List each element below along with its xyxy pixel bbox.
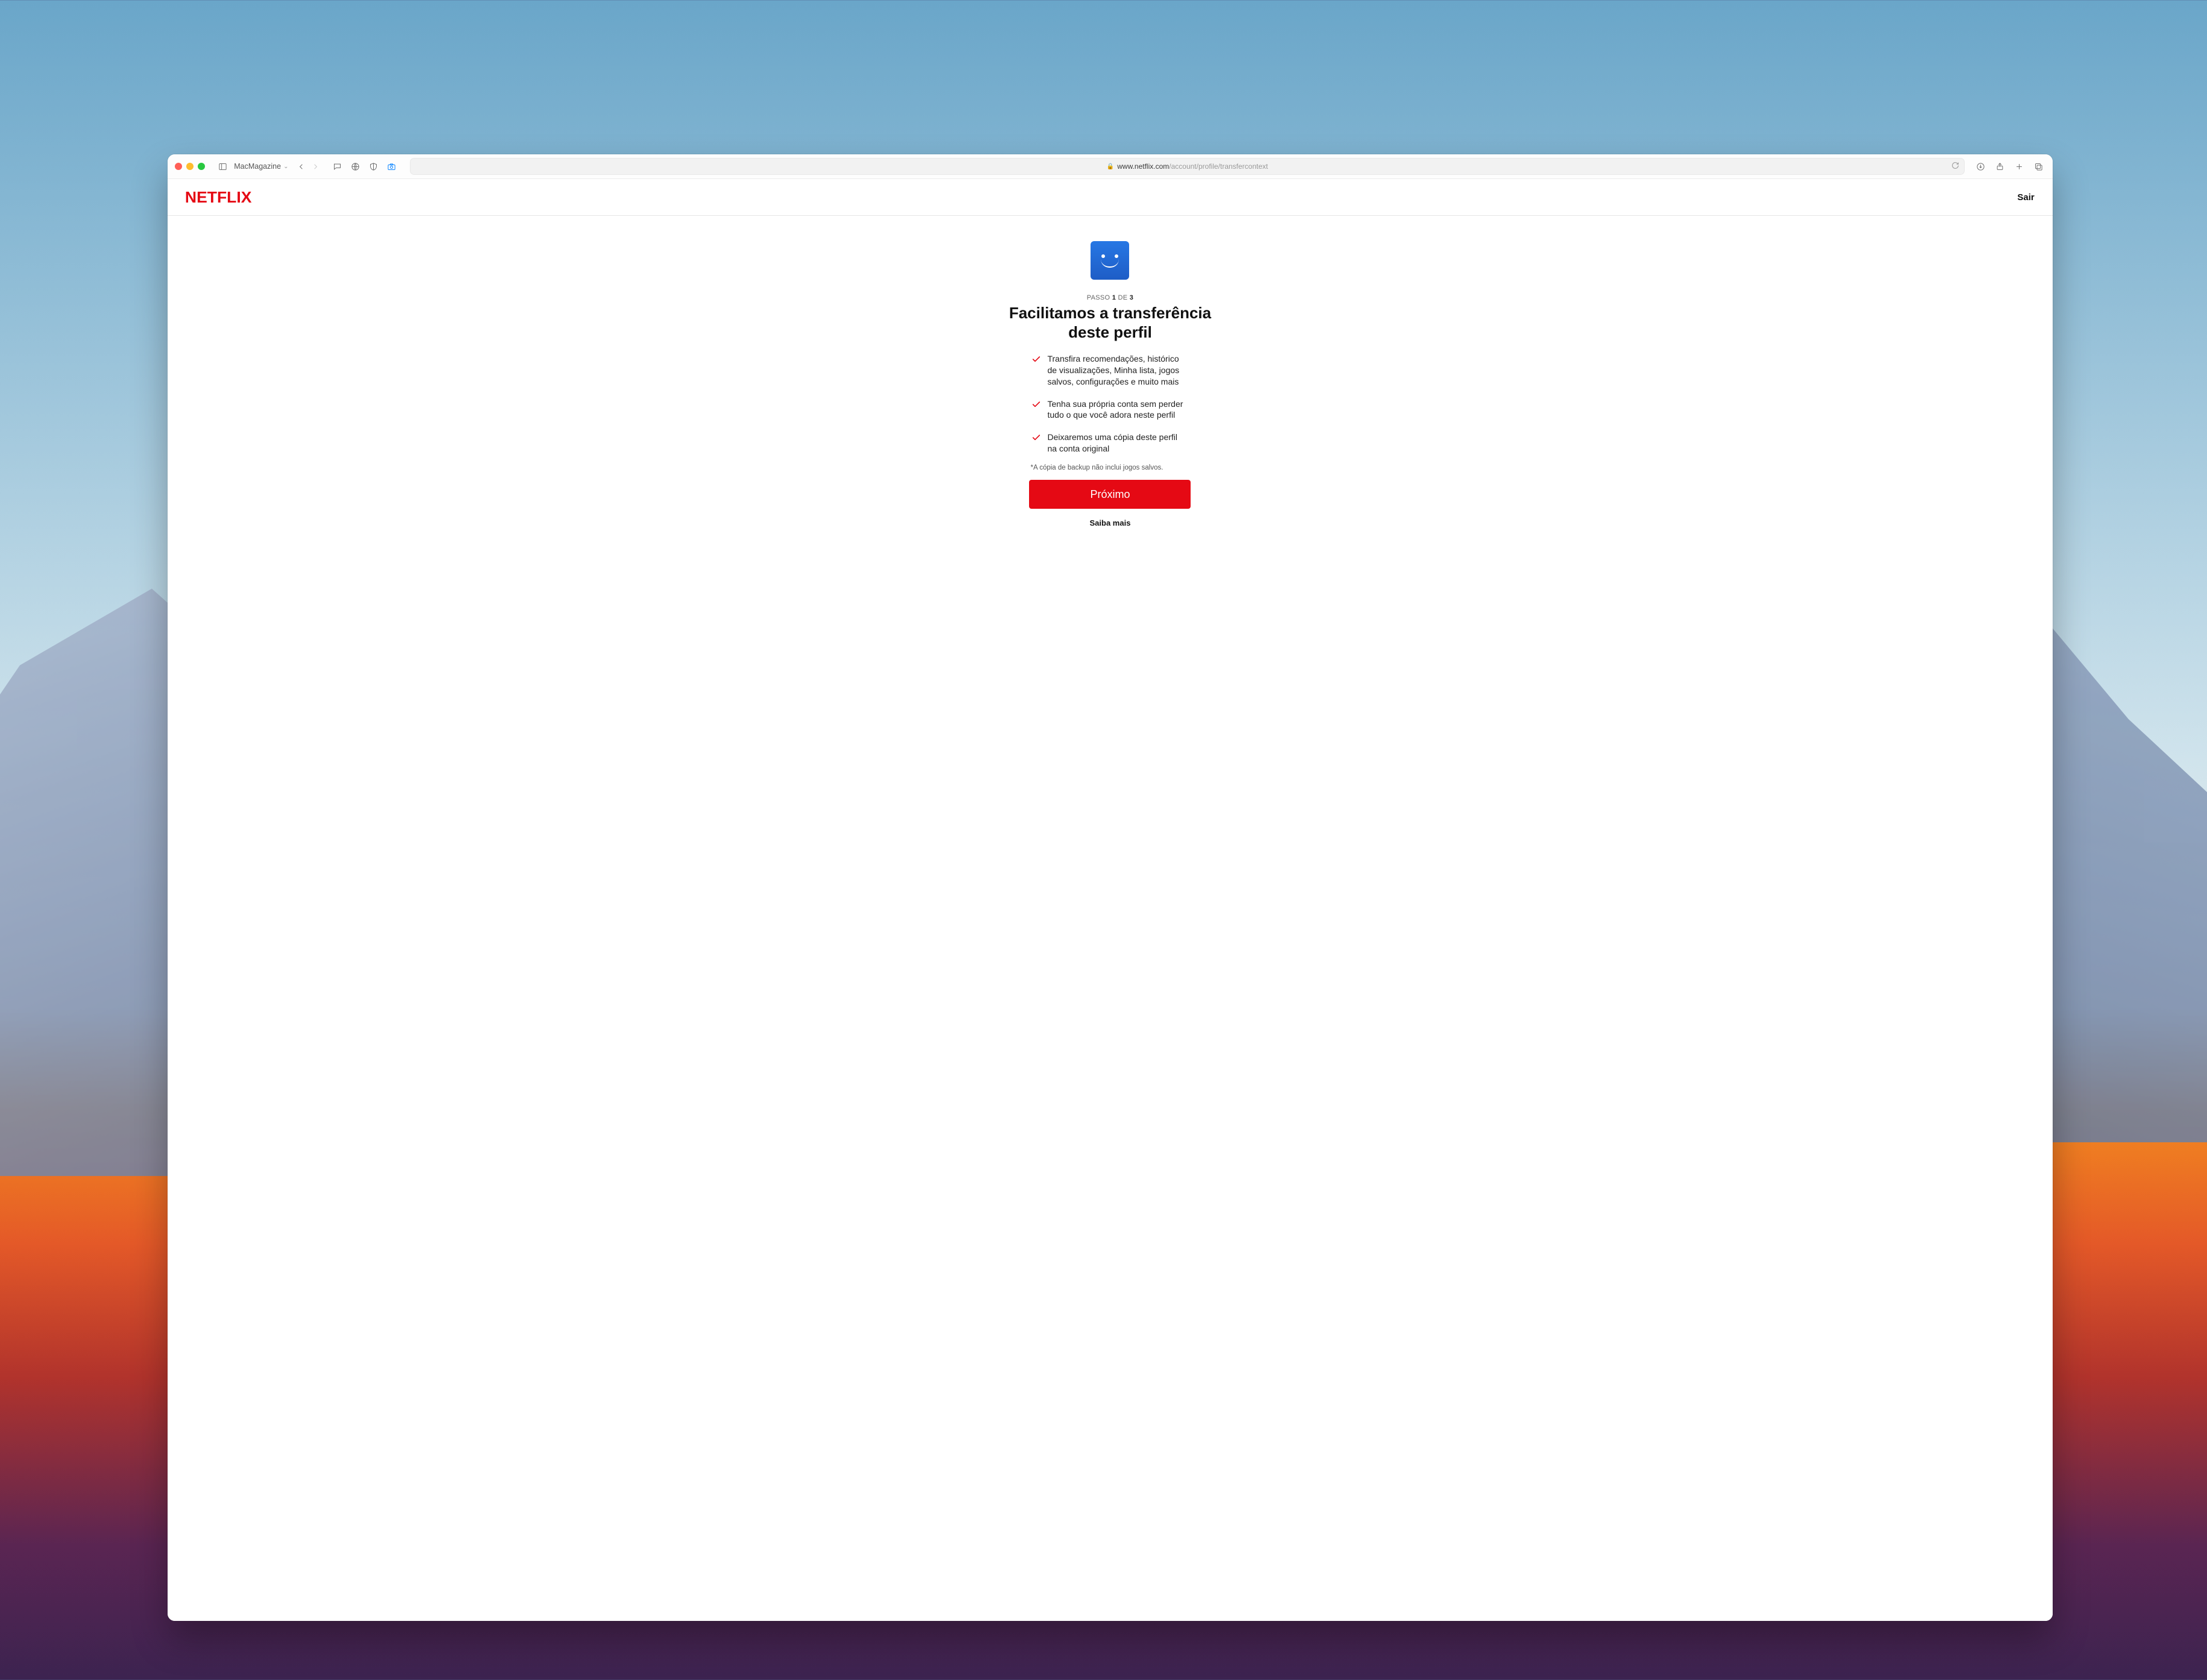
- translate-icon[interactable]: [348, 160, 362, 173]
- profile-avatar: [1091, 241, 1129, 280]
- share-icon[interactable]: [1994, 160, 2007, 173]
- url-host: www.netflix.com: [1117, 162, 1169, 171]
- reload-icon[interactable]: [1951, 162, 1959, 171]
- footnote: *A cópia de backup não inclui jogos salv…: [1030, 464, 1163, 471]
- check-icon: [1031, 433, 1041, 455]
- screenshot-icon[interactable]: [385, 160, 398, 173]
- tab-group-label: MacMagazine: [234, 162, 281, 171]
- check-icon: [1031, 354, 1041, 388]
- step-prefix: PASSO: [1087, 294, 1110, 301]
- bullet-text: Transfira recomendações, histórico de vi…: [1047, 353, 1188, 388]
- bullet-text: Tenha sua própria conta sem perder tudo …: [1047, 398, 1188, 421]
- tab-group-name[interactable]: MacMagazine ⌄: [234, 162, 288, 171]
- page-title: Facilitamos a transferência deste perfil: [1007, 304, 1212, 342]
- back-button[interactable]: [294, 160, 307, 173]
- browser-toolbar: MacMagazine ⌄ 🔒: [168, 154, 2053, 179]
- main-content: PASSO 1 DE 3 Facilitamos a transferência…: [1007, 241, 1212, 546]
- window-controls: [175, 163, 205, 170]
- netflix-logo[interactable]: NETFLIX: [185, 188, 252, 207]
- bullet-text: Deixaremos uma cópia deste perfil na con…: [1047, 432, 1188, 455]
- site-header: NETFLIX Sair: [168, 179, 2053, 216]
- window-minimize-button[interactable]: [186, 163, 194, 170]
- url-path: /account/profile/transfercontext: [1169, 162, 1268, 171]
- lock-icon: 🔒: [1107, 163, 1114, 170]
- browser-window: MacMagazine ⌄ 🔒: [168, 154, 2053, 1621]
- address-bar[interactable]: 🔒 www.netflix.com/account/profile/transf…: [410, 158, 1964, 175]
- bullet-item: Tenha sua própria conta sem perder tudo …: [1031, 398, 1188, 421]
- nav-arrows: [294, 160, 322, 173]
- step-separator: DE: [1118, 294, 1128, 301]
- window-maximize-button[interactable]: [198, 163, 205, 170]
- tab-overview-icon[interactable]: [2032, 160, 2045, 173]
- next-button[interactable]: Próximo: [1029, 480, 1191, 509]
- toolbar-right-icons: [1974, 160, 2045, 173]
- bullet-item: Deixaremos uma cópia deste perfil na con…: [1031, 432, 1188, 455]
- extension-icons: [330, 160, 398, 173]
- step-current: 1: [1112, 294, 1116, 301]
- learn-more-link[interactable]: Saiba mais: [1090, 518, 1131, 527]
- chevron-down-icon: ⌄: [283, 163, 288, 170]
- downloads-icon[interactable]: [1974, 160, 1988, 173]
- bullet-list: Transfira recomendações, histórico de vi…: [1031, 353, 1188, 455]
- feedback-icon[interactable]: [330, 160, 344, 173]
- sign-out-link[interactable]: Sair: [2017, 192, 2034, 203]
- sidebar-toggle-icon[interactable]: [216, 160, 229, 173]
- check-icon: [1031, 400, 1041, 421]
- window-close-button[interactable]: [175, 163, 182, 170]
- forward-button[interactable]: [309, 160, 322, 173]
- page-viewport: NETFLIX Sair PASSO 1 DE 3 Facilitamos a …: [168, 179, 2053, 1621]
- bullet-item: Transfira recomendações, histórico de vi…: [1031, 353, 1188, 388]
- step-total: 3: [1130, 294, 1133, 301]
- step-indicator: PASSO 1 DE 3: [1087, 294, 1133, 301]
- new-tab-icon[interactable]: [2013, 160, 2026, 173]
- shield-icon[interactable]: [367, 160, 380, 173]
